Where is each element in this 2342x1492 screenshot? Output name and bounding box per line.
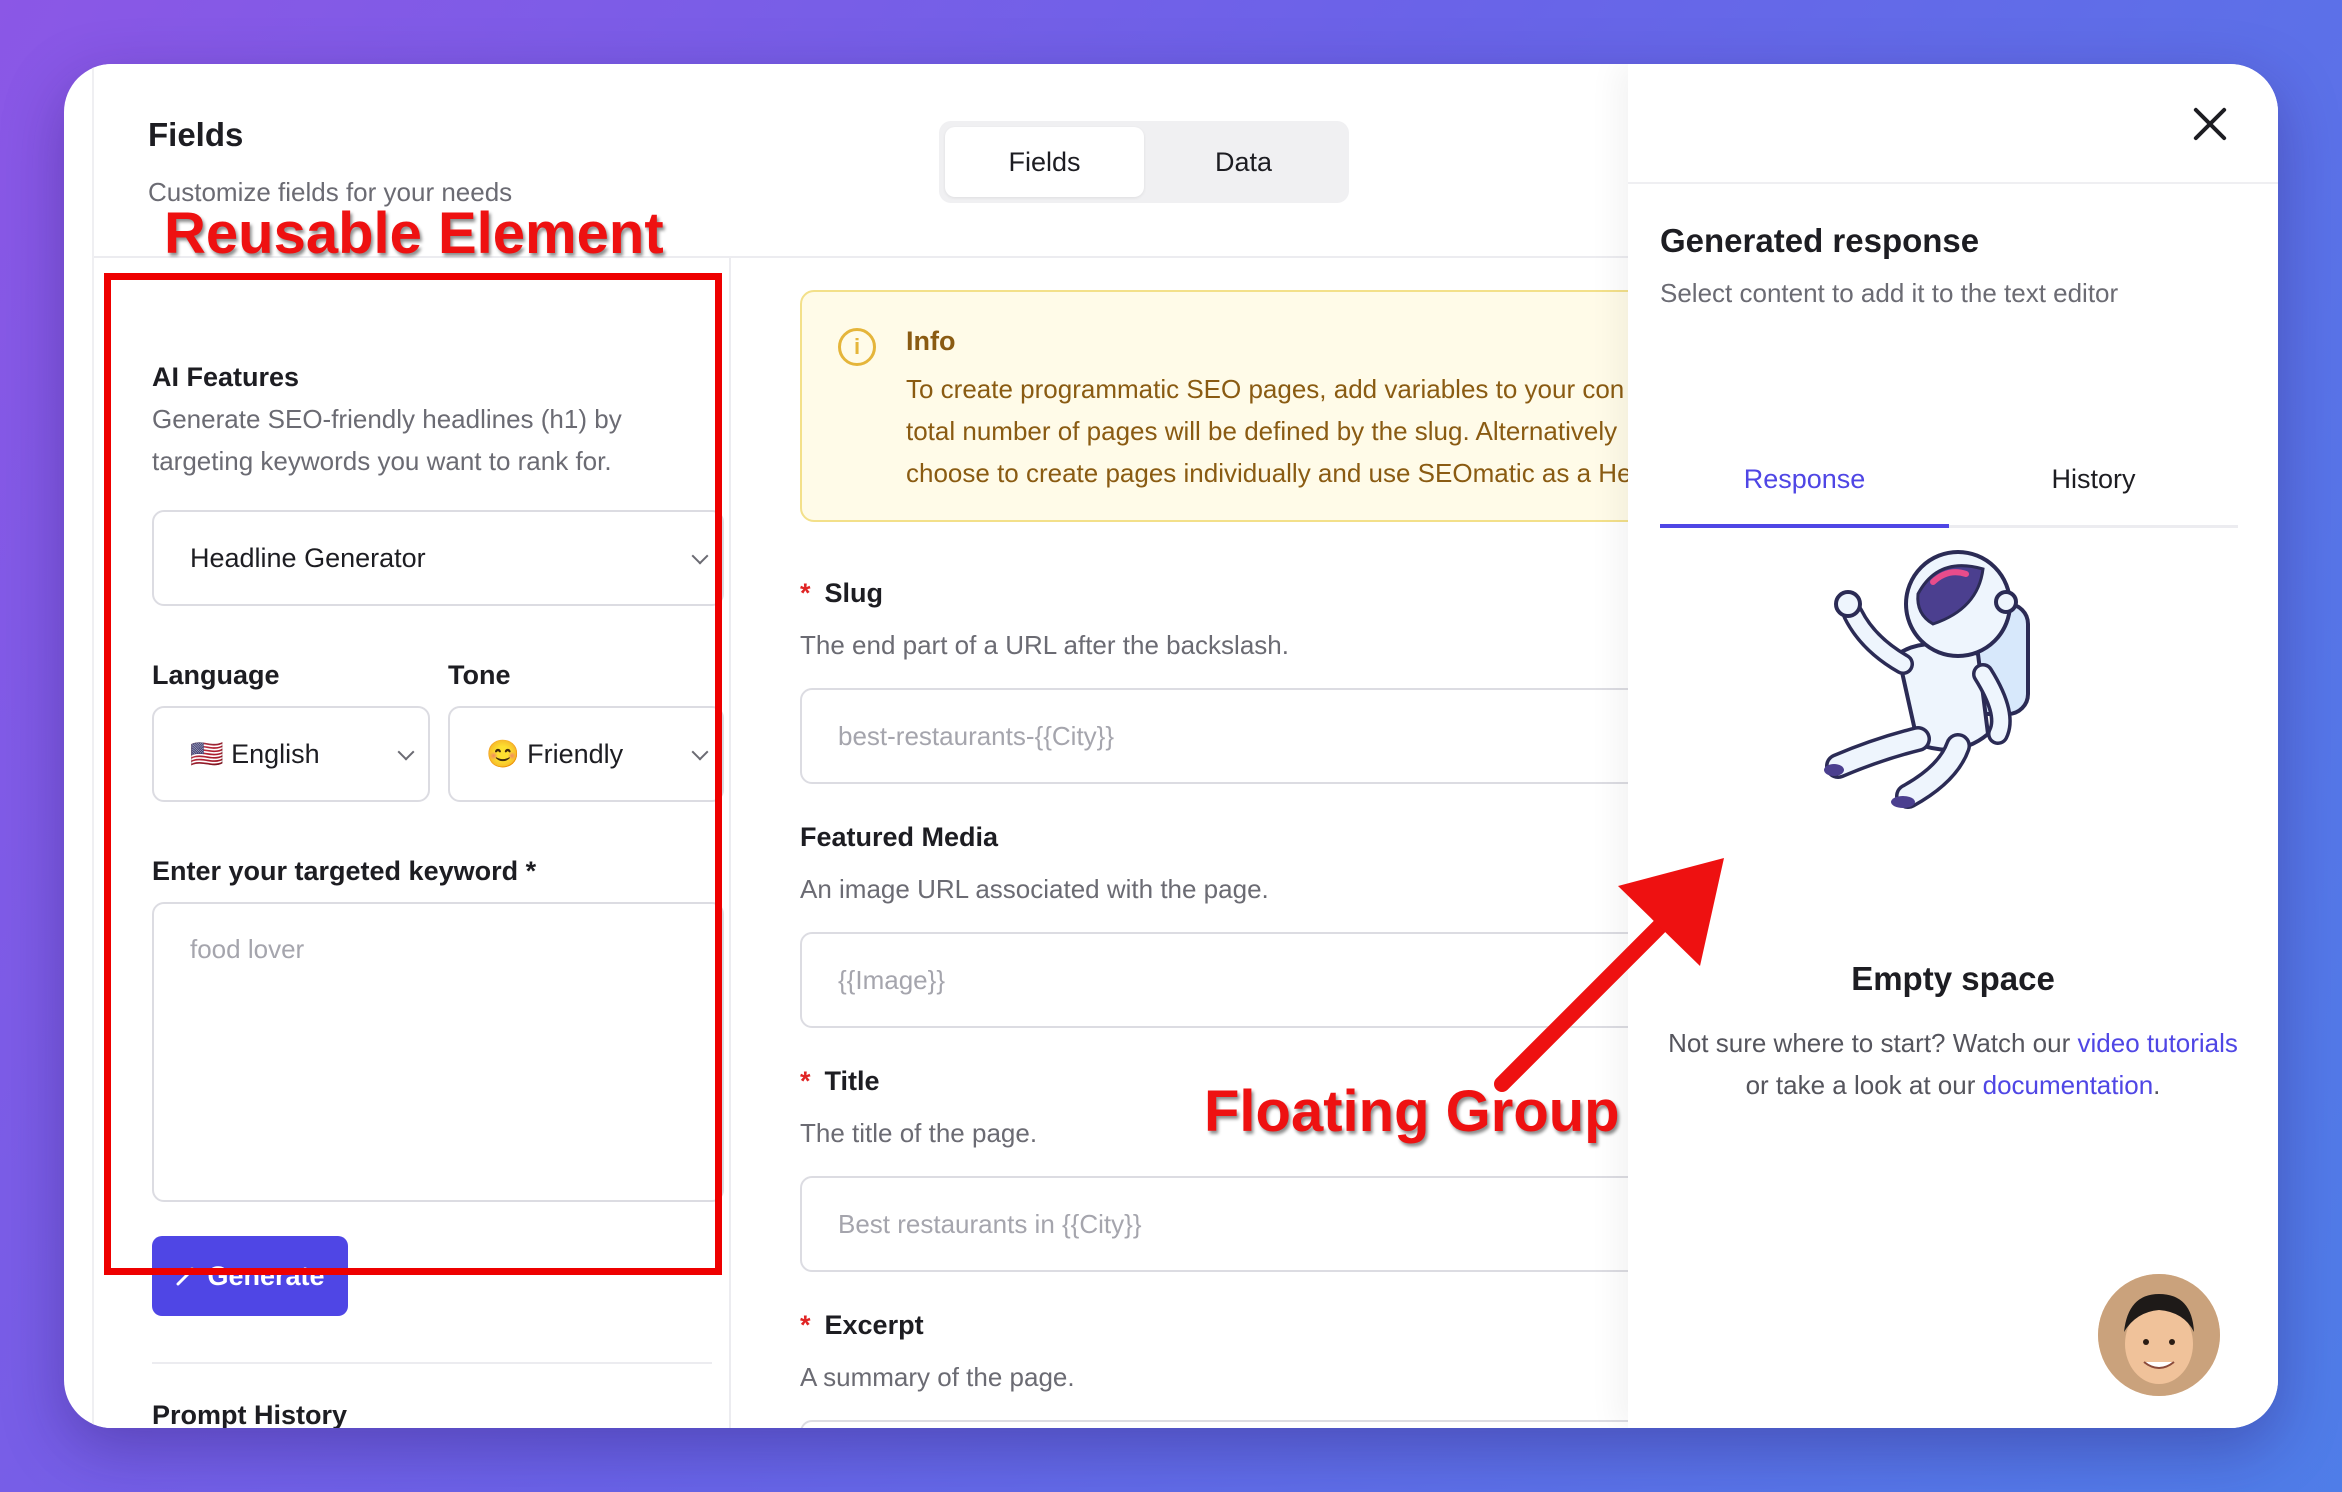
ai-features-title: AI Features	[152, 362, 300, 392]
ai-features-description-2: targeting keywords you want to rank for.	[152, 446, 612, 476]
excerpt-input[interactable]	[800, 1420, 1700, 1428]
keyword-textarea[interactable]: food lover	[152, 902, 724, 1202]
generated-response-drawer: Generated response Select content to add…	[1628, 64, 2278, 1428]
fields-panel: Fields Customize fields for your needs F…	[92, 64, 1700, 1428]
keyword-placeholder: food lover	[190, 934, 305, 964]
chevron-down-icon	[691, 743, 709, 761]
tab-history[interactable]: History	[1949, 434, 2238, 525]
support-avatar[interactable]	[2098, 1274, 2220, 1396]
empty-state-text-3: .	[2153, 1070, 2161, 1100]
prompt-history-label: Prompt History	[152, 1400, 348, 1428]
info-line-3: choose to create pages individually and …	[906, 458, 1632, 488]
generate-button-label: Generate	[207, 1260, 325, 1291]
slug-placeholder: best-restaurants-{{City}}	[838, 720, 1115, 751]
info-title: Info	[906, 326, 956, 356]
title-label: * Title	[800, 1066, 880, 1096]
tone-select-value: 😊 Friendly	[486, 739, 624, 769]
slug-input[interactable]: best-restaurants-{{City}}	[800, 688, 1700, 784]
annotation-arrow-icon	[1494, 858, 1724, 1092]
generate-button[interactable]: Generate	[152, 1236, 348, 1316]
title-placeholder: Best restaurants in {{City}}	[838, 1208, 1142, 1239]
tone-label: Tone	[448, 660, 511, 690]
info-line-2: total number of pages will be defined by…	[906, 416, 1618, 446]
featured-media-placeholder: {{Image}}	[838, 964, 945, 995]
info-line-1: To create programmatic SEO pages, add va…	[906, 374, 1625, 404]
generator-select-value: Headline Generator	[190, 542, 426, 573]
tab-fields[interactable]: Fields	[945, 127, 1144, 197]
app-window: Fields Customize fields for your needs F…	[64, 64, 2278, 1428]
ai-features-column: AI Features Generate SEO-friendly headli…	[94, 258, 731, 1428]
drawer-title: Generated response	[1660, 222, 1980, 259]
tab-data[interactable]: Data	[1144, 127, 1343, 197]
avatar-face	[2098, 1274, 2220, 1396]
excerpt-label: * Excerpt	[800, 1310, 924, 1340]
slug-label: * Slug	[800, 578, 884, 608]
page-title: Fields	[148, 116, 244, 153]
language-label: Language	[152, 660, 280, 690]
keyword-label: Enter your targeted keyword *	[152, 856, 537, 886]
info-banner: i Info To create programmatic SEO pages,…	[800, 290, 1700, 522]
close-icon[interactable]	[2188, 102, 2232, 146]
chevron-down-icon	[397, 743, 415, 761]
chevron-down-icon	[691, 547, 709, 565]
title-description: The title of the page.	[800, 1118, 1038, 1148]
info-text: To create programmatic SEO pages, add va…	[906, 368, 1706, 494]
drawer-tabs: Response History	[1660, 434, 2238, 528]
generator-select[interactable]: Headline Generator	[152, 510, 724, 606]
reusable-element-annotation: Reusable Element	[164, 201, 664, 266]
excerpt-description: A summary of the page.	[800, 1362, 1075, 1392]
featured-media-label: Featured Media	[800, 822, 999, 852]
title-input[interactable]: Best restaurants in {{City}}	[800, 1176, 1700, 1272]
drawer-header-divider	[1628, 182, 2278, 184]
documentation-link[interactable]: documentation	[1983, 1070, 2154, 1100]
slug-description: The end part of a URL after the backslas…	[800, 630, 1289, 660]
empty-state-text-2: or take a look at our	[1745, 1070, 1983, 1100]
magic-wand-icon	[176, 1267, 195, 1286]
ai-features-description-1: Generate SEO-friendly headlines (h1) by	[152, 404, 622, 434]
video-tutorials-link[interactable]: video tutorials	[2078, 1028, 2238, 1058]
astronaut-illustration	[1824, 550, 2030, 809]
tone-select[interactable]: 😊 Friendly	[448, 706, 724, 802]
featured-media-description: An image URL associated with the page.	[800, 874, 1269, 904]
section-divider	[152, 1362, 712, 1364]
drawer-subtitle: Select content to add it to the text edi…	[1660, 278, 2119, 308]
language-select[interactable]: 🇺🇸 English	[152, 706, 430, 802]
tab-response[interactable]: Response	[1660, 434, 1949, 528]
language-select-value: 🇺🇸 English	[190, 739, 320, 769]
info-icon: i	[838, 328, 876, 366]
view-switcher: Fields Data	[939, 121, 1349, 203]
